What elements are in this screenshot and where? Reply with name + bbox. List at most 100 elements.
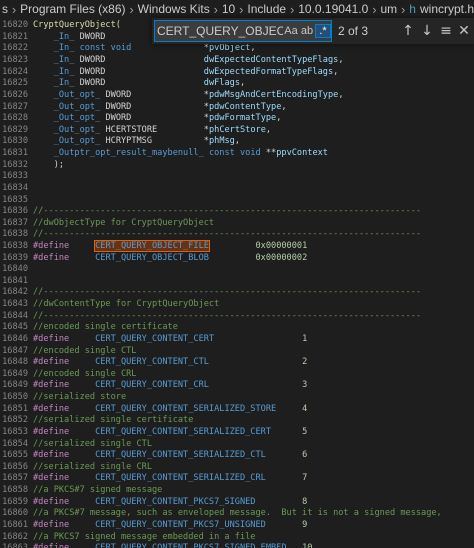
code-line: 16828 _Out_opt_ DWORD *pdwFormatType, (0, 113, 474, 125)
code-line: 16827 _Out_opt_ DWORD *pdwContentType, (0, 102, 474, 114)
code-line: 16845 //encoded single certificate (0, 322, 474, 334)
code-line: 16836 //---------------------------------… (0, 206, 474, 218)
chevron-right-icon: › (372, 1, 377, 17)
code-text: //a PKCS#7 message, such as enveloped me… (33, 508, 442, 519)
line-number: 16852 (2, 415, 28, 426)
find-in-selection-icon[interactable]: ≡ (437, 22, 455, 40)
breadcrumb-item[interactable]: Windows Kits (138, 2, 210, 16)
line-number: 16835 (2, 194, 28, 205)
code-line: 16861 #define CERT_QUERY_CONTENT_PKCS7_UN… (0, 520, 474, 532)
code-text: //dwContentType for CryptQueryObject (33, 299, 220, 310)
line-number: 16860 (2, 508, 28, 519)
breadcrumb-item[interactable]: Program Files (x86) (20, 2, 125, 16)
line-number: 16840 (2, 264, 28, 275)
code-text: //serialized single CTL (33, 438, 152, 449)
line-number: 16829 (2, 124, 28, 135)
code-line: 16857 #define CERT_QUERY_CONTENT_SERIALIZ… (0, 473, 474, 485)
chevron-right-icon: › (239, 1, 244, 17)
code-text: //encoded single CTL (33, 345, 137, 356)
code-text: ); (33, 159, 65, 170)
breadcrumb: s › Program Files (x86) › Windows Kits › 10 › In… (0, 0, 474, 18)
breadcrumb-item[interactable]: wincrypt.h (420, 2, 474, 16)
code-text: _Out_opt_ DWORD *pdwContentType, (53, 101, 287, 112)
code-text: //dwObjectType for CryptQueryObject (33, 217, 215, 228)
line-number: 16826 (2, 89, 28, 100)
line-number: 16862 (2, 531, 28, 542)
code-text: #define CERT_QUERY_OBJECT_FILE 0x0000000… (33, 240, 308, 252)
regex-toggle[interactable]: .* (315, 24, 331, 38)
line-number: 16849 (2, 380, 28, 391)
code-line: 16832 ); (0, 160, 474, 172)
breadcrumb-item[interactable]: um (380, 2, 397, 16)
line-number: 16828 (2, 113, 28, 124)
breadcrumb-item[interactable]: Include (247, 2, 286, 16)
code-line: 16823 _In_ DWORD dwExpectedContentTypeFl… (0, 55, 474, 67)
line-number: 16861 (2, 519, 28, 530)
find-input[interactable]: CERT_QUERY_OBJECT_FILE Aa ab .* (154, 20, 332, 42)
code-text: //--------------------------------------… (33, 287, 422, 298)
code-line: 16841 (0, 276, 474, 288)
line-number: 16827 (2, 101, 28, 112)
find-query-text[interactable]: CERT_QUERY_OBJECT_FILE (157, 24, 283, 38)
arrow-down-icon[interactable]: ↓ (418, 22, 436, 40)
line-number: 16838 (2, 241, 28, 251)
code-text: //--------------------------------------… (33, 229, 422, 240)
line-number: 16849 (2, 368, 28, 379)
code-line: 16862 //a PKCS7 signed message embedded i… (0, 532, 474, 544)
code-line: 16848 #define CERT_QUERY_CONTENT_CTL 2 (0, 357, 474, 369)
line-number: 16834 (2, 182, 28, 193)
code-text: #define CERT_QUERY_CONTENT_PKCS7_SIGNED … (33, 496, 308, 507)
line-number: 16858 (2, 485, 28, 496)
code-text: _In_ const void *pvObject, (53, 43, 256, 54)
line-number: 16850 (2, 392, 28, 403)
line-number: 16843 (2, 299, 28, 310)
arrow-up-icon[interactable]: ↑ (399, 22, 417, 40)
breadcrumb-item[interactable]: 10 (222, 2, 235, 16)
chevron-right-icon: › (11, 1, 17, 17)
line-number: 16857 (2, 473, 28, 484)
line-number: 16833 (2, 171, 28, 182)
code-line: 16858 //a PKCS#7 signed message (0, 485, 474, 497)
whole-word-toggle[interactable]: ab (299, 25, 315, 37)
code-line: 16860 //a PKCS#7 message, such as envelop… (0, 508, 474, 520)
code-line: 16838 //---------------------------------… (0, 229, 474, 241)
line-number: 16821 (2, 31, 28, 42)
line-number: 16859 (2, 496, 28, 507)
line-number: 16842 (2, 287, 28, 298)
code-line: 16863 #define CERT_QUERY_CONTENT_PKCS7_SI… (0, 543, 474, 548)
code-text: _Out_opt_ DWORD *pdwMsgAndCertEncodingTy… (53, 89, 344, 100)
code-text: //a PKCS7 signed message embedded in a f… (33, 531, 256, 542)
code-text: #define CERT_QUERY_CONTENT_SERIALIZED_CR… (33, 473, 308, 484)
code-text: _Out_opt_ HCERTSTORE *phCertStore, (53, 124, 272, 135)
chevron-right-icon: › (289, 1, 295, 17)
chevron-right-icon: › (213, 1, 218, 17)
code-line: 16822 _In_ const void *pvObject, (0, 43, 474, 55)
line-number: 16841 (2, 275, 28, 286)
line-number: 16847 (2, 345, 28, 356)
line-number: 16830 (2, 136, 28, 147)
close-icon[interactable]: ✕ (455, 22, 473, 40)
code-text: //encoded single certificate (33, 322, 178, 333)
line-number: 16854 (2, 438, 28, 449)
find-widget: CERT_QUERY_OBJECT_FILE Aa ab .* 2 of 3 ↑… (152, 18, 474, 44)
line-number: 16844 (2, 310, 28, 321)
code-line: 16824 _In_ DWORD dwExpectedFormatTypeFla… (0, 67, 474, 79)
match-case-toggle[interactable]: Aa (283, 25, 299, 37)
line-number: 16845 (2, 322, 28, 333)
code-line: 16835 (0, 195, 474, 207)
code-editor[interactable]: 16819WINAPI16820CryptQueryObject(16821 _… (0, 0, 474, 548)
code-text: #define CERT_QUERY_CONTENT_PKCS7_SIGNED_… (33, 543, 312, 548)
code-text: #define CERT_QUERY_CONTENT_CERT 1 (33, 333, 308, 344)
line-number: 16823 (2, 55, 28, 66)
code-line: 16829 _Out_opt_ HCERTSTORE *phCertStore, (0, 125, 474, 137)
code-text: _Outptr_opt_result_maybenull_ const void… (53, 148, 328, 159)
find-match-count: 2 of 3 (338, 24, 369, 38)
line-number: 16838 (2, 229, 28, 240)
code-text: //encoded single CRL (33, 368, 137, 379)
code-text: _Out_opt_ DWORD *pdwFormatType, (53, 113, 282, 124)
breadcrumb-item[interactable]: 10.0.19041.0 (298, 2, 368, 16)
code-line: 16853 #define CERT_QUERY_CONTENT_SERIALIZ… (0, 427, 474, 439)
code-line: 16856 //serialized single CRL (0, 462, 474, 474)
line-number: 16832 (2, 159, 28, 170)
code-line: 16833 (0, 171, 474, 183)
